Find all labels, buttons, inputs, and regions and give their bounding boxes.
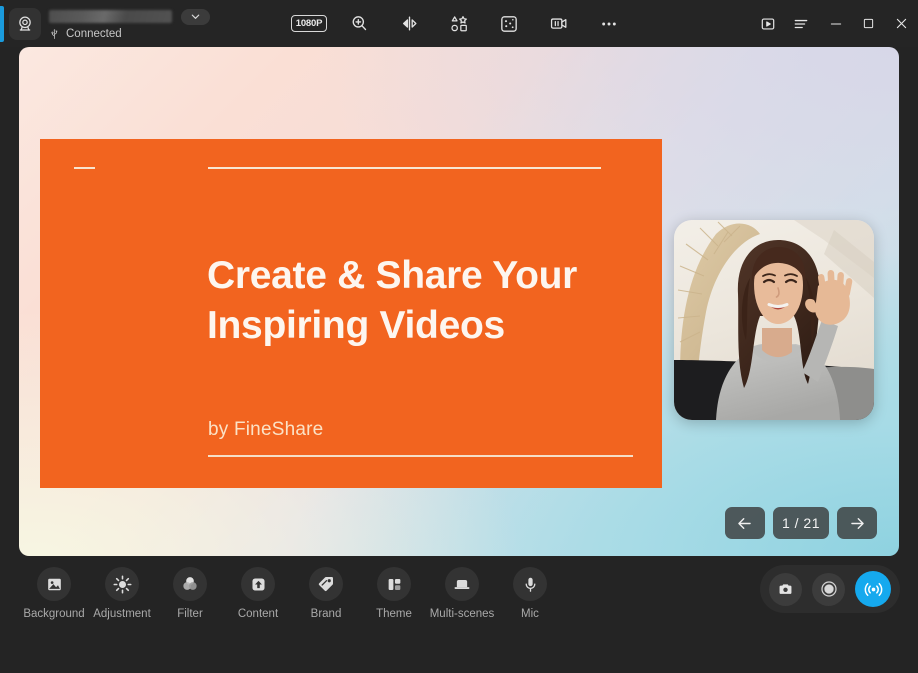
resolution-badge: 1080P	[291, 15, 327, 32]
record-circle-icon	[819, 579, 839, 599]
pause-video-icon	[548, 14, 570, 33]
bottom-bar: Background Adjustment	[0, 556, 918, 673]
ai-effects-button[interactable]	[494, 10, 524, 38]
preview-canvas[interactable]: Create & Share Your Inspiring Videos by …	[19, 47, 899, 556]
filter-circles-icon	[173, 567, 207, 601]
scenes-icon-glyph	[451, 573, 473, 595]
image-icon-glyph	[45, 575, 64, 594]
tool-brand-label: Brand	[311, 608, 342, 620]
menu-button[interactable]	[784, 9, 817, 39]
card-tick-mark	[74, 167, 95, 169]
webcam-icon	[9, 8, 41, 40]
tool-multi-scenes[interactable]: Multi-scenes	[428, 567, 496, 620]
tool-background-label: Background	[23, 608, 84, 620]
upload-arrow-icon-glyph	[249, 575, 268, 594]
tool-theme[interactable]: Theme	[360, 567, 428, 620]
brightness-icon-glyph	[112, 574, 133, 595]
tool-background[interactable]: Background	[20, 567, 88, 620]
shapes-stickers-icon	[449, 14, 470, 34]
webcam-feed-image	[674, 220, 874, 420]
tool-filter[interactable]: Filter	[156, 567, 224, 620]
brightness-icon	[105, 567, 139, 601]
slide-navigation: 1 / 21	[725, 507, 877, 539]
upload-arrow-icon	[241, 567, 275, 601]
image-icon	[37, 567, 71, 601]
title-bar: Connected 1080P	[0, 0, 918, 47]
webcam-pip[interactable]	[674, 220, 874, 420]
device-selector[interactable]: Connected	[9, 8, 210, 40]
tool-filter-label: Filter	[177, 608, 203, 620]
snapshot-button[interactable]	[769, 573, 802, 606]
window-controls	[751, 0, 918, 47]
device-name-blurred	[49, 10, 172, 23]
tool-content[interactable]: Content	[224, 567, 292, 620]
tag-icon-glyph	[316, 574, 336, 594]
scenes-icon	[445, 567, 479, 601]
tag-icon	[309, 567, 343, 601]
more-horizontal-icon	[599, 14, 619, 34]
layout-icon	[377, 567, 411, 601]
device-name-row	[49, 9, 210, 25]
more-tools-button[interactable]	[594, 10, 624, 38]
tool-mic[interactable]: Mic	[496, 567, 564, 620]
ai-effects-icon	[499, 14, 519, 34]
close-button[interactable]	[885, 9, 918, 39]
slide-byline: by FineShare	[208, 419, 323, 441]
mirror-flip-icon	[399, 14, 420, 33]
usb-icon	[49, 28, 60, 40]
tool-mic-label: Mic	[521, 608, 539, 620]
action-cluster	[760, 565, 900, 613]
tool-adjustment[interactable]: Adjustment	[88, 567, 156, 620]
filter-circles-icon-glyph	[180, 574, 200, 594]
device-info: Connected	[49, 8, 210, 40]
tool-rail: Background Adjustment	[0, 567, 564, 620]
slide-counter[interactable]: 1 / 21	[773, 507, 829, 539]
stickers-tool-button[interactable]	[444, 10, 474, 38]
menu-lines-icon	[792, 15, 810, 33]
device-status-label: Connected	[66, 28, 122, 40]
card-rule-top	[208, 167, 601, 169]
broadcast-icon	[863, 579, 884, 600]
minimize-icon	[828, 16, 844, 32]
resolution-button[interactable]: 1080P	[294, 10, 324, 38]
record-button[interactable]	[812, 573, 845, 606]
preview-area: Create & Share Your Inspiring Videos by …	[19, 47, 899, 556]
slide-card[interactable]: Create & Share Your Inspiring Videos by …	[40, 139, 662, 488]
live-button[interactable]	[855, 571, 891, 607]
tool-adjustment-label: Adjustment	[93, 608, 151, 620]
device-dropdown-button[interactable]	[181, 9, 210, 25]
tool-brand[interactable]: Brand	[292, 567, 360, 620]
slide-title: Create & Share Your Inspiring Videos	[207, 251, 647, 350]
tool-theme-label: Theme	[376, 608, 412, 620]
maximize-icon	[861, 16, 876, 31]
device-status: Connected	[49, 28, 210, 40]
player-button[interactable]	[751, 9, 784, 39]
pause-video-button[interactable]	[544, 10, 574, 38]
slide-next-button[interactable]	[837, 507, 877, 539]
minimize-button[interactable]	[819, 9, 852, 39]
layout-icon-glyph	[385, 575, 404, 594]
tool-multi-scenes-label: Multi-scenes	[430, 608, 495, 620]
zoom-tool-button[interactable]	[344, 10, 374, 38]
card-rule-bottom	[208, 455, 633, 457]
accent-edge	[0, 6, 4, 42]
camera-icon	[777, 581, 794, 598]
zoom-in-icon	[350, 14, 369, 33]
video-play-icon	[759, 15, 777, 33]
mirror-tool-button[interactable]	[394, 10, 424, 38]
arrow-left-icon	[735, 514, 754, 533]
arrow-right-icon	[848, 514, 867, 533]
tool-content-label: Content	[238, 608, 278, 620]
microphone-icon-glyph	[521, 575, 540, 594]
app-window: Connected 1080P	[0, 0, 918, 673]
microphone-icon	[513, 567, 547, 601]
slide-prev-button[interactable]	[725, 507, 765, 539]
close-icon	[893, 15, 910, 32]
chevron-down-icon	[190, 11, 201, 22]
maximize-button[interactable]	[852, 9, 885, 39]
